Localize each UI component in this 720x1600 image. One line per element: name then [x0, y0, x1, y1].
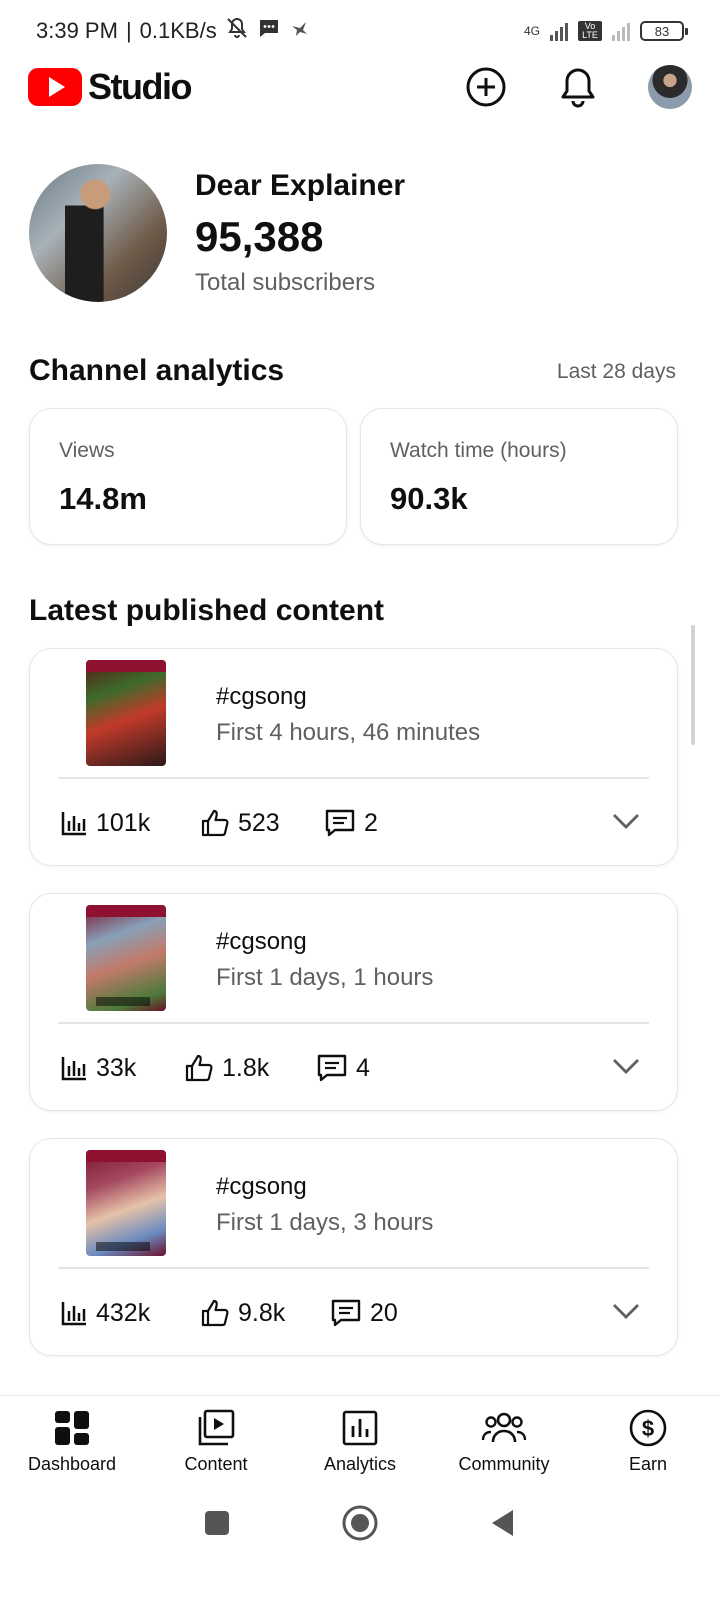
comments-metric: 20	[330, 1298, 398, 1328]
views-metric: 432k	[60, 1299, 200, 1328]
signal-icon	[550, 21, 568, 41]
mute-icon	[225, 16, 249, 46]
dashboard-icon	[55, 1411, 89, 1445]
message-icon	[257, 16, 281, 46]
account-avatar[interactable]	[648, 65, 692, 109]
channel-profile: Dear Explainer 95,388 Total subscribers	[29, 164, 405, 302]
studio-logo[interactable]: Studio	[28, 66, 192, 108]
video-thumbnail[interactable]	[86, 905, 166, 1011]
video-metrics: 432k 9.8k 20	[60, 1293, 398, 1333]
home-icon[interactable]	[341, 1504, 379, 1547]
svg-text:$: $	[642, 1416, 654, 1441]
comment-icon	[331, 1299, 361, 1327]
channel-avatar[interactable]	[29, 164, 167, 302]
content-card[interactable]: #cgsong First 4 hours, 46 minutes 101k 5…	[29, 648, 678, 866]
watch-time-card[interactable]: Watch time (hours) 90.3k	[360, 408, 678, 545]
nav-earn[interactable]: $ Earn	[576, 1396, 720, 1485]
stat-value: 14.8m	[59, 481, 147, 516]
content-card[interactable]: #cgsong First 1 days, 3 hours 432k 9.8k …	[29, 1138, 678, 1356]
comment-icon	[317, 1054, 347, 1082]
card-divider	[58, 1022, 649, 1024]
content-card[interactable]: #cgsong First 1 days, 1 hours 33k 1.8k 4	[29, 893, 678, 1111]
video-timeframe: First 1 days, 3 hours	[216, 1209, 434, 1236]
nav-content[interactable]: Content	[144, 1396, 288, 1485]
back-icon[interactable]	[489, 1508, 517, 1543]
nav-label: Community	[458, 1454, 550, 1474]
stat-label: Views	[59, 439, 115, 462]
chevron-down-icon[interactable]	[611, 811, 641, 836]
analytics-period: Last 28 days	[556, 360, 676, 383]
likes-metric: 9.8k	[200, 1298, 330, 1328]
earn-icon: $	[629, 1409, 667, 1447]
nav-analytics[interactable]: Analytics	[288, 1396, 432, 1485]
video-timeframe: First 1 days, 1 hours	[216, 964, 434, 991]
nav-label: Analytics	[323, 1454, 397, 1474]
app-header: Studio	[0, 62, 720, 112]
channel-name: Dear Explainer	[195, 169, 406, 202]
status-bar: 3:39 PM | 0.1KB/s 4G Vo LTE 83	[0, 0, 720, 62]
video-title: #cgsong	[216, 683, 307, 710]
likes-metric: 523	[200, 808, 324, 838]
latest-content-title: Latest published content	[29, 594, 385, 627]
thumbs-up-icon	[201, 809, 229, 837]
signal-icon-secondary	[612, 21, 630, 41]
recents-icon[interactable]	[203, 1509, 231, 1542]
bar-chart-icon	[61, 812, 86, 836]
comment-icon	[325, 809, 355, 837]
status-separator: |	[125, 18, 132, 43]
status-time: 3:39 PM	[36, 18, 118, 43]
comments-metric: 2	[324, 808, 378, 838]
volte-badge: Vo LTE	[578, 21, 602, 41]
chevron-down-icon[interactable]	[611, 1056, 641, 1081]
views-metric: 101k	[60, 809, 200, 838]
system-navigation-bar	[0, 1490, 720, 1560]
battery-icon: 83	[640, 21, 688, 41]
views-card[interactable]: Views 14.8m	[29, 408, 347, 545]
notifications-icon[interactable]	[556, 65, 600, 109]
nav-label: Dashboard	[27, 1454, 117, 1474]
bird-icon	[289, 18, 309, 44]
bottom-navigation: Dashboard Content Analytics Community $ …	[0, 1395, 720, 1485]
nav-dashboard[interactable]: Dashboard	[0, 1396, 144, 1485]
thumbs-up-icon	[201, 1299, 229, 1327]
network-label: 4G	[523, 24, 540, 38]
status-net-speed: 0.1KB/s	[139, 18, 217, 43]
stat-value: 90.3k	[390, 481, 468, 516]
card-divider	[58, 777, 649, 779]
create-icon[interactable]	[464, 65, 508, 109]
chevron-down-icon[interactable]	[611, 1301, 641, 1326]
likes-metric: 1.8k	[184, 1053, 316, 1083]
card-divider	[58, 1267, 649, 1269]
nav-label: Content	[184, 1454, 248, 1474]
app-title: Studio	[88, 66, 192, 107]
bar-chart-icon	[61, 1057, 86, 1081]
subscriber-count: 95,388	[195, 213, 324, 260]
nav-label: Earn	[628, 1454, 668, 1474]
thumbs-up-icon	[185, 1054, 213, 1082]
video-metrics: 33k 1.8k 4	[60, 1048, 370, 1088]
youtube-play-icon	[28, 68, 82, 106]
subscriber-label: Total subscribers	[195, 269, 376, 296]
channel-analytics-title: Channel analytics	[29, 354, 285, 387]
video-timeframe: First 4 hours, 46 minutes	[216, 719, 481, 746]
video-title: #cgsong	[216, 1173, 307, 1200]
video-title: #cgsong	[216, 928, 307, 955]
scrollbar-thumb[interactable]	[691, 625, 695, 745]
stat-label: Watch time (hours)	[390, 439, 567, 462]
content-icon	[198, 1409, 235, 1446]
comments-metric: 4	[316, 1053, 370, 1083]
analytics-icon	[342, 1410, 378, 1446]
video-thumbnail[interactable]	[86, 1150, 166, 1256]
nav-community[interactable]: Community	[432, 1396, 576, 1485]
community-icon	[481, 1412, 527, 1443]
video-thumbnail[interactable]	[86, 660, 166, 766]
video-metrics: 101k 523 2	[60, 803, 378, 843]
views-metric: 33k	[60, 1054, 184, 1083]
bar-chart-icon	[61, 1302, 86, 1326]
